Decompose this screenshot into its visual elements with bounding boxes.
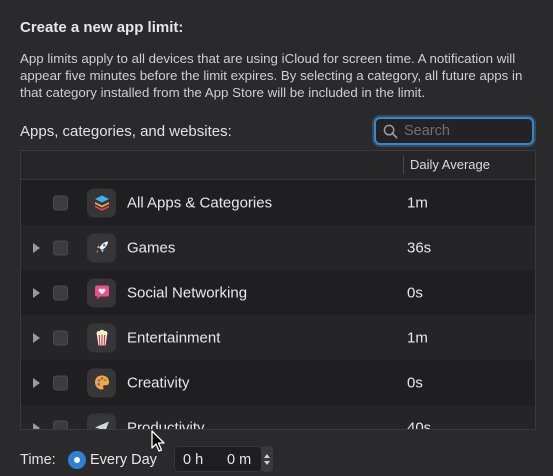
- disclosure-triangle-icon[interactable]: [33, 422, 40, 429]
- time-limit-field[interactable]: 0 h 0 m: [174, 446, 262, 472]
- checkbox[interactable]: [53, 195, 68, 210]
- mouse-pointer-icon: [151, 430, 165, 452]
- search-input[interactable]: [404, 123, 519, 139]
- daily-average-value: 36s: [407, 239, 432, 256]
- page-title: Create a new app limit:: [20, 19, 184, 36]
- list-item-label: All Apps & Categories: [127, 194, 273, 211]
- palette-icon: [87, 368, 116, 397]
- hours-value[interactable]: 0 h: [183, 452, 203, 468]
- list-item-label: Social Networking: [127, 284, 248, 301]
- disclosure-triangle-icon[interactable]: [33, 377, 40, 388]
- table-row[interactable]: Productivity 40s: [21, 405, 535, 430]
- disclosure-triangle-icon[interactable]: [33, 287, 40, 298]
- description-text: App limits apply to all devices that are…: [20, 51, 523, 100]
- rocket-icon: [87, 233, 116, 262]
- checkbox[interactable]: [53, 240, 68, 255]
- list-label: Apps, categories, and websites:: [20, 123, 232, 140]
- table-row[interactable]: Creativity 0s: [21, 360, 535, 405]
- checkbox[interactable]: [53, 330, 68, 345]
- every-day-label[interactable]: Every Day: [90, 452, 157, 468]
- time-label: Time:: [20, 452, 56, 468]
- every-day-radio[interactable]: [68, 451, 86, 469]
- table-row[interactable]: Games 36s: [21, 225, 535, 270]
- list-item-label: Games: [127, 239, 176, 256]
- search-icon: [383, 124, 398, 138]
- chat-heart-icon: [87, 278, 116, 307]
- popcorn-icon: [87, 323, 116, 352]
- checkbox[interactable]: [53, 420, 68, 429]
- column-header-daily-average[interactable]: Daily Average: [410, 157, 490, 172]
- table-header: Daily Average: [21, 151, 535, 180]
- paper-plane-icon: [87, 413, 116, 429]
- daily-average-value: 0s: [407, 374, 423, 391]
- daily-average-value: 40s: [407, 419, 432, 430]
- time-stepper[interactable]: [261, 446, 273, 472]
- checkbox[interactable]: [53, 375, 68, 390]
- daily-average-value: 0s: [407, 284, 423, 301]
- list-item-label: Entertainment: [127, 329, 221, 346]
- stepper-up-icon[interactable]: [264, 453, 270, 458]
- disclosure-triangle-icon[interactable]: [33, 332, 40, 343]
- stepper-down-icon[interactable]: [264, 460, 270, 465]
- apps-table: Daily Average All Apps & Categories 1m G…: [20, 150, 536, 430]
- disclosure-triangle-icon[interactable]: [33, 242, 40, 253]
- daily-average-value: 1m: [407, 194, 428, 211]
- list-item-label: Productivity: [127, 419, 205, 430]
- daily-average-value: 1m: [407, 329, 428, 346]
- table-row[interactable]: Social Networking 0s: [21, 270, 535, 315]
- list-item-label: Creativity: [127, 374, 190, 391]
- checkbox[interactable]: [53, 285, 68, 300]
- minutes-value[interactable]: 0 m: [227, 452, 251, 468]
- stack-layers-icon: [87, 188, 116, 217]
- table-row[interactable]: All Apps & Categories 1m: [21, 180, 535, 225]
- search-field[interactable]: [374, 117, 534, 145]
- table-row[interactable]: Entertainment 1m: [21, 315, 535, 360]
- column-divider: [403, 156, 404, 174]
